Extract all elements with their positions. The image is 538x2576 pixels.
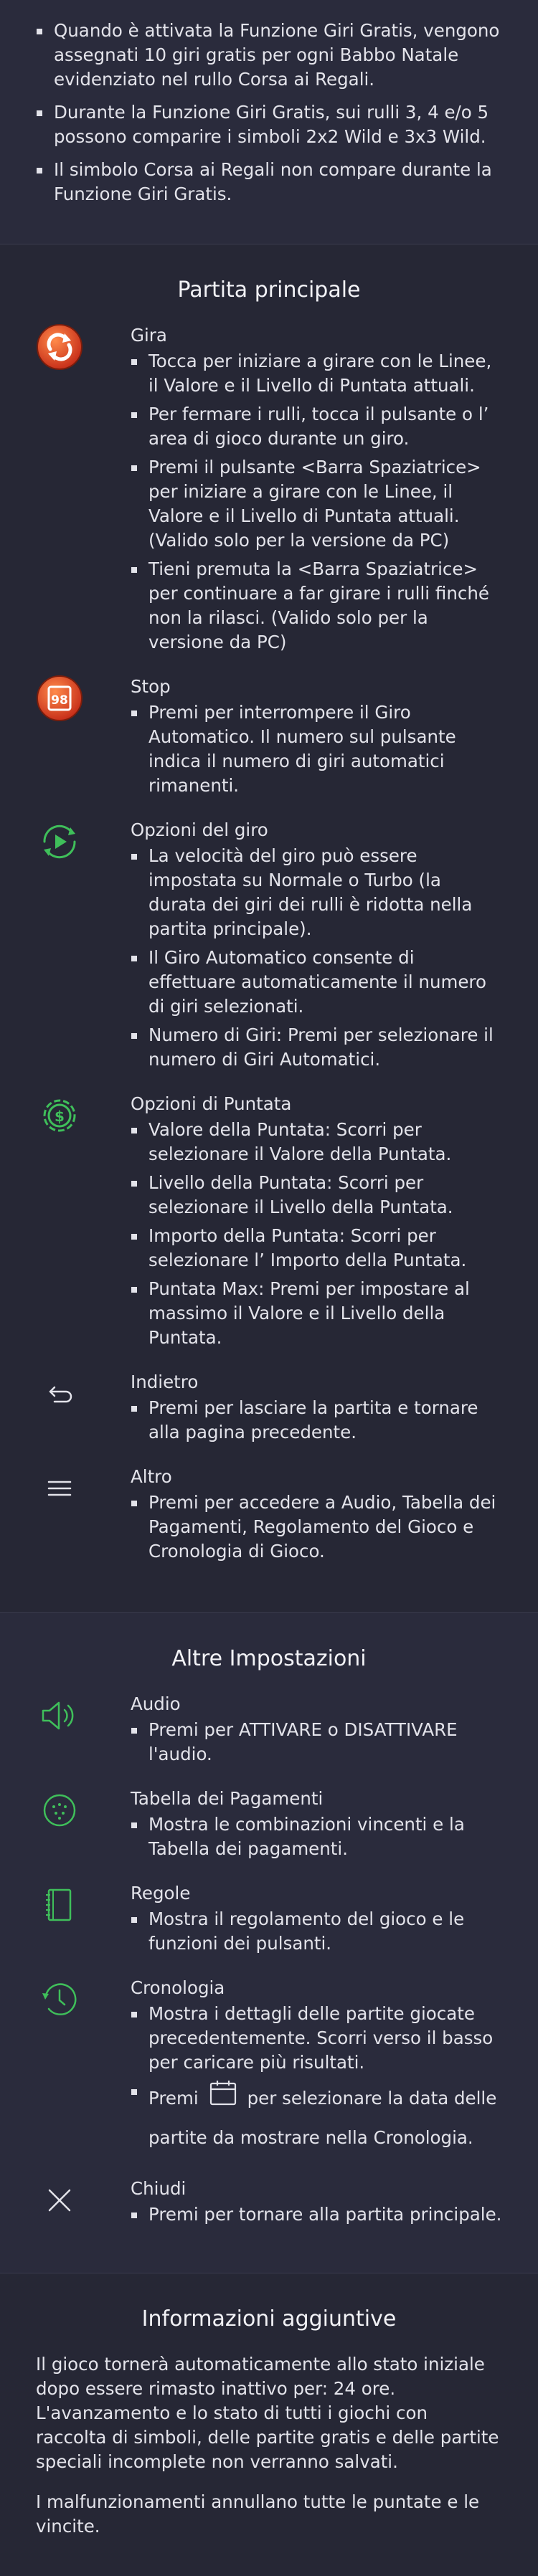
back-help-item: Indietro Premi per lasciare la partita e… bbox=[36, 1370, 502, 1449]
other-settings-section: Altre Impostazioni Audio Premi per ATTIV… bbox=[0, 1612, 538, 2273]
paytable-icon bbox=[36, 1787, 83, 1834]
additional-info-section: Informazioni aggiuntive Il gioco tornerà… bbox=[0, 2273, 538, 2576]
item-title: Audio bbox=[131, 1693, 181, 1714]
calendar-icon bbox=[209, 2079, 237, 2119]
main-game-section: Partita principale Gira Tocca per inizia… bbox=[0, 244, 538, 1612]
list-item: Premi per selezionare la data delle part… bbox=[131, 2079, 502, 2157]
more-help-item: Altro Premi per accedere a Audio, Tabell… bbox=[36, 1465, 502, 1568]
list-item: Il Giro Automatico consente di effettuar… bbox=[131, 946, 502, 1019]
info-paragraph: I malfunzionamenti annullano tutte le pu… bbox=[36, 2491, 480, 2537]
bet-options-help-item: $ Opzioni di Puntata Valore della Puntat… bbox=[36, 1092, 502, 1354]
list-item: Mostra il regolamento del gioco e le fun… bbox=[131, 1907, 502, 1956]
list-item: Importo della Puntata: Scorri per selezi… bbox=[131, 1224, 502, 1273]
item-title: Chiudi bbox=[131, 2178, 187, 2199]
item-title: Opzioni del giro bbox=[131, 819, 268, 840]
list-item: Livello della Puntata: Scorri per selezi… bbox=[131, 1171, 502, 1220]
paytable-help-item: Tabella dei Pagamenti Mostra le combinaz… bbox=[36, 1787, 502, 1866]
close-help-item: Chiudi Premi per tornare alla partita pr… bbox=[36, 2177, 502, 2231]
speaker-icon bbox=[36, 1692, 83, 1739]
section-title: Informazioni aggiuntive bbox=[141, 2306, 397, 2332]
history-help-item: Cronologia Mostra i dettagli delle parti… bbox=[36, 1976, 502, 2161]
stop-icon: 98 bbox=[36, 675, 83, 722]
stop-help-item: 98 Stop Premi per interrompere il Giro A… bbox=[36, 675, 502, 802]
section-title: Altre Impostazioni bbox=[171, 1646, 367, 1671]
rules-book-icon bbox=[36, 1881, 83, 1929]
free-spins-list: Quando è attivata la Funzione Giri Grati… bbox=[36, 19, 502, 206]
spin-icon bbox=[36, 323, 83, 371]
list-item: Premi per tornare alla partita principal… bbox=[131, 2202, 502, 2227]
list-item: Numero di Giri: Premi per selezionare il… bbox=[131, 1023, 502, 1072]
bet-options-icon: $ bbox=[36, 1092, 83, 1139]
list-item: Puntata Max: Premi per impostare al mass… bbox=[131, 1277, 502, 1350]
item-title: Indietro bbox=[131, 1372, 199, 1392]
calendar-hint-before: Premi bbox=[148, 2088, 199, 2109]
history-clock-icon bbox=[36, 1976, 83, 2023]
list-item: La velocità del giro può essere impostat… bbox=[131, 844, 502, 941]
calendar-hint-rest: partite da mostrare nella Cronologia. bbox=[148, 2127, 473, 2148]
item-title: Tabella dei Pagamenti bbox=[131, 1788, 324, 1809]
list-item: Tieni premuta la <Barra Spaziatrice> per… bbox=[131, 557, 502, 655]
item-title: Regole bbox=[131, 1883, 191, 1904]
item-title: Opzioni di Puntata bbox=[131, 1093, 292, 1114]
list-item: Premi per lasciare la partita e tornare … bbox=[131, 1396, 502, 1445]
svg-text:$: $ bbox=[55, 1108, 65, 1125]
list-item: Mostra i dettagli delle partite giocate … bbox=[131, 2002, 502, 2075]
item-title: Stop bbox=[131, 676, 171, 697]
autospin-count-badge: 98 bbox=[51, 693, 68, 708]
item-title: Cronologia bbox=[131, 1977, 225, 1998]
back-icon bbox=[36, 1370, 83, 1417]
list-item: Premi per interrompere il Giro Automatic… bbox=[131, 700, 502, 798]
section-title: Partita principale bbox=[177, 277, 361, 303]
list-item: Premi per accedere a Audio, Tabella dei … bbox=[131, 1491, 502, 1564]
list-item: Mostra le combinazioni vincenti e la Tab… bbox=[131, 1812, 502, 1861]
item-title: Altro bbox=[131, 1466, 172, 1487]
calendar-hint-after: per selezionare la data delle bbox=[247, 2088, 497, 2109]
spin-options-icon bbox=[36, 818, 83, 865]
list-item: Quando è attivata la Funzione Giri Grati… bbox=[36, 19, 502, 92]
list-item: Premi il pulsante <Barra Spaziatrice> pe… bbox=[131, 455, 502, 553]
rules-help-item: Regole Mostra il regolamento del gioco e… bbox=[36, 1881, 502, 1960]
spin-options-help-item: Opzioni del giro La velocità del giro pu… bbox=[36, 818, 502, 1076]
item-title: Gira bbox=[131, 325, 167, 346]
list-item: Per fermare i rulli, tocca il pulsante o… bbox=[131, 402, 502, 451]
list-item: Il simbolo Corsa ai Regali non compare d… bbox=[36, 158, 502, 206]
list-item: Durante la Funzione Giri Gratis, sui rul… bbox=[36, 100, 502, 149]
info-paragraph: Il gioco tornerà automaticamente allo st… bbox=[36, 2354, 499, 2472]
list-item: Tocca per iniziare a girare con le Linee… bbox=[131, 349, 502, 398]
list-item: Premi per ATTIVARE o DISATTIVARE l'audio… bbox=[131, 1718, 502, 1767]
spin-help-item: Gira Tocca per iniziare a girare con le … bbox=[36, 323, 502, 659]
audio-help-item: Audio Premi per ATTIVARE o DISATTIVARE l… bbox=[36, 1692, 502, 1771]
list-item: Valore della Puntata: Scorri per selezio… bbox=[131, 1118, 502, 1166]
free-spins-section: Quando è attivata la Funzione Giri Grati… bbox=[0, 0, 538, 244]
close-icon bbox=[36, 2177, 83, 2224]
menu-icon bbox=[36, 1465, 83, 1512]
